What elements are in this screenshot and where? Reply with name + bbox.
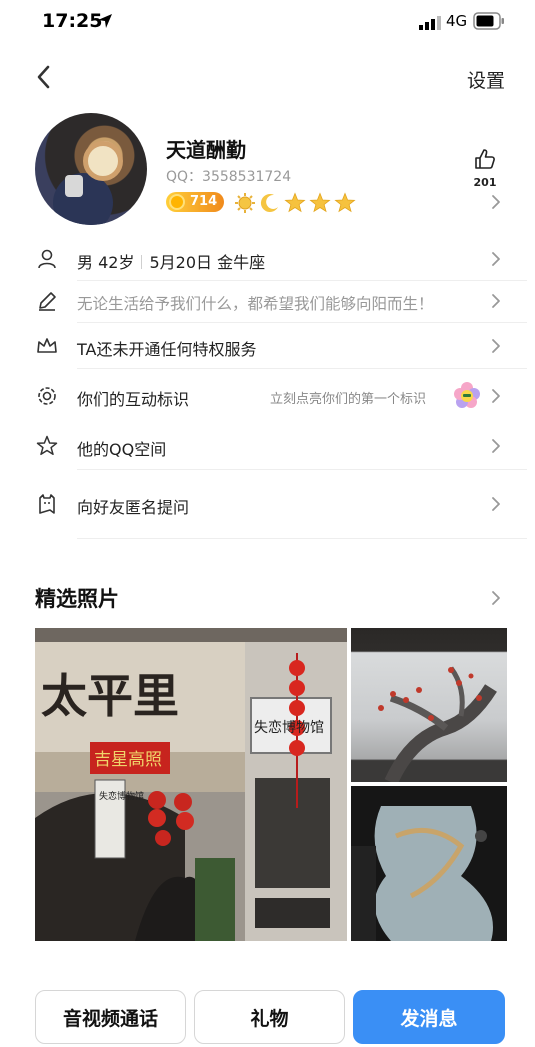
thumbs-up-icon: [475, 149, 495, 169]
chevron-right-icon[interactable]: [490, 590, 502, 610]
sign-red: 吉星高照: [94, 750, 162, 770]
ghost-icon: [36, 493, 58, 519]
level-icons[interactable]: [234, 192, 356, 214]
back-button[interactable]: [30, 62, 58, 92]
pen-icon: [36, 290, 58, 316]
star-icon: [309, 192, 331, 213]
level-value: 714: [190, 194, 218, 209]
avatar[interactable]: [35, 113, 147, 225]
settings-link[interactable]: 设置: [467, 66, 505, 93]
qq-number: QQ：3558531724: [166, 169, 292, 185]
divider: [77, 368, 527, 369]
person-icon: [36, 248, 58, 274]
like-button[interactable]: 201: [470, 148, 500, 189]
level-badge[interactable]: 714: [166, 192, 224, 212]
signal-icon: [419, 15, 441, 34]
divider: [77, 322, 527, 323]
qzone-text: 他的QQ空间: [77, 440, 167, 459]
send-message-button[interactable]: 发消息: [353, 990, 505, 1044]
photo-main[interactable]: 太平里 吉星高照 失恋博物馆 失恋博物馆: [35, 628, 347, 941]
star-icon: [334, 192, 356, 213]
location-arrow-icon: [97, 13, 113, 33]
battery-icon: [473, 12, 505, 34]
chevron-right-icon: [490, 251, 502, 271]
chevron-right-icon: [490, 438, 502, 458]
sign-small: 失恋博物馆: [99, 790, 144, 802]
interaction-label: 你们的互动标识: [77, 390, 190, 409]
network-label: 4G: [446, 12, 468, 30]
bottom-action-bar: 音视频通话 礼物 发消息: [0, 985, 535, 1047]
crown-icon: [36, 335, 58, 361]
basic-info-text: 男 42岁 5月20日 金牛座: [77, 253, 266, 272]
gift-button[interactable]: 礼物: [194, 990, 345, 1044]
sign-big: 太平里: [41, 669, 179, 723]
interaction-hint: 立刻点亮你们的第一个标识: [270, 392, 427, 407]
flower-mark-icon: [451, 379, 483, 415]
chevron-right-icon: [490, 496, 502, 516]
like-count: 201: [473, 176, 497, 189]
photo-exhibition[interactable]: [351, 786, 507, 941]
section-title-photos: 精选照片: [35, 587, 119, 611]
signature-text: 无论生活给予我们什么，都希望我们能够向阳而生！: [77, 295, 434, 313]
chevron-right-icon: [490, 293, 502, 313]
privilege-text: TA还未开通任何特权服务: [77, 340, 257, 359]
divider: [77, 280, 527, 281]
gear-icon: [36, 385, 58, 411]
divider: [77, 538, 527, 539]
coin-icon: [169, 194, 185, 210]
photo-plum-blossom[interactable]: [351, 628, 507, 782]
divider: [77, 469, 527, 470]
chevron-right-icon[interactable]: [490, 194, 502, 214]
moon-icon: [260, 194, 278, 213]
nickname: 天道酬勤: [166, 138, 246, 162]
back-icon: [37, 65, 50, 89]
star-outline-icon: [36, 435, 58, 461]
star-icon: [284, 192, 306, 213]
chevron-right-icon: [490, 388, 502, 408]
chevron-right-icon: [490, 338, 502, 358]
status-bar: 17:25 4G: [0, 0, 535, 44]
status-time: 17:25: [42, 10, 103, 32]
av-call-button[interactable]: 音视频通话: [35, 990, 186, 1044]
anonymous-text: 向好友匿名提问: [77, 498, 190, 517]
sun-icon: [235, 193, 255, 213]
sign-white: 失恋博物馆: [254, 719, 324, 736]
